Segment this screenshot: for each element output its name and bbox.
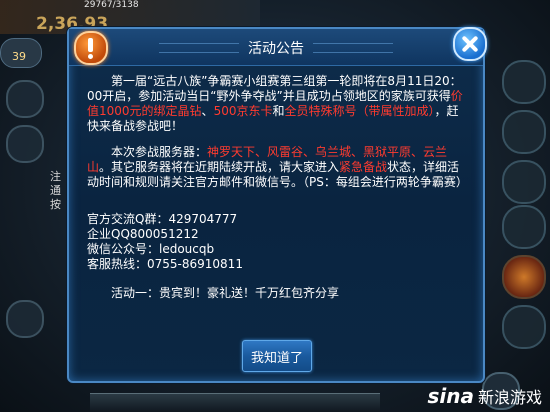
side-notice-text: 注通按: [50, 170, 61, 211]
watermark: sina 新浪游戏: [427, 384, 542, 408]
announcement-paragraph-2: 本次参战服务器：神罗天下、风雷谷、乌兰城、黑狱平原、云兰山。其它服务器将在近期陆…: [87, 145, 468, 190]
left-menu-button-3[interactable]: [6, 300, 44, 338]
alert-exclamation-icon: [74, 31, 108, 65]
hp-readout: 29767/3138: [84, 0, 139, 10]
para1-and: 和: [272, 104, 285, 118]
event-line: 活动一：贵宾到！豪礼送！千万红包齐分享: [111, 286, 340, 300]
player-level: 39: [12, 50, 26, 63]
right-menu-button-1[interactable]: [502, 60, 546, 104]
prize-jd-card: 500京东卡: [213, 104, 273, 118]
prize-title: 全员特殊称号（带属性加成）: [284, 104, 435, 118]
bottom-skill-bar: [90, 393, 380, 412]
servers-label: 本次参战服务器：: [111, 145, 208, 159]
dialog-title: 活动公告: [248, 41, 304, 57]
left-menu-button-1[interactable]: [6, 80, 44, 118]
acknowledge-button[interactable]: 我知道了: [242, 340, 312, 372]
contact-qq-group: 官方交流Q群：429704777: [87, 212, 238, 226]
para1-text: 第一届“远古八族”争霸赛小组赛第三组第一轮即将在8月11日20：00开启，参加活…: [87, 74, 462, 103]
para1-separator: 、: [201, 104, 214, 118]
contact-info: 官方交流Q群：429704777 企业QQ800051212 微信公众号：led…: [87, 212, 467, 272]
left-menu-button-2[interactable]: [6, 125, 44, 163]
announcement-body: 第一届“远古八族”争霸赛小组赛第三组第一轮即将在8月11日20：00开启，参加活…: [87, 74, 468, 301]
contact-hotline: 客服热线：0755-86910811: [87, 257, 243, 271]
contact-enterprise-qq: 企业QQ800051212: [87, 227, 199, 241]
contact-wechat: 微信公众号：ledoucqb: [87, 242, 215, 256]
para2-text: 。其它服务器将在近期陆续开战，请大家进入: [99, 160, 340, 174]
announcement-dialog: 活动公告 第一届“远古八族”争霸赛小组赛第三组第一轮即将在8月11日20：00开…: [67, 27, 487, 383]
sina-logo: sina: [427, 384, 474, 408]
right-menu-button-5[interactable]: [502, 305, 546, 349]
skill-button[interactable]: [502, 255, 546, 299]
right-menu-button-4[interactable]: [502, 205, 546, 249]
close-button[interactable]: [453, 27, 487, 61]
right-menu-button-3[interactable]: [502, 160, 546, 204]
dialog-title-bar: 活动公告: [69, 29, 483, 66]
right-menu-button-2[interactable]: [502, 110, 546, 154]
urgent-prep: 紧急备战: [339, 160, 388, 174]
announcement-paragraph-1: 第一届“远古八族”争霸赛小组赛第三组第一轮即将在8月11日20：00开启，参加活…: [87, 74, 467, 134]
watermark-text: 新浪游戏: [477, 388, 542, 407]
